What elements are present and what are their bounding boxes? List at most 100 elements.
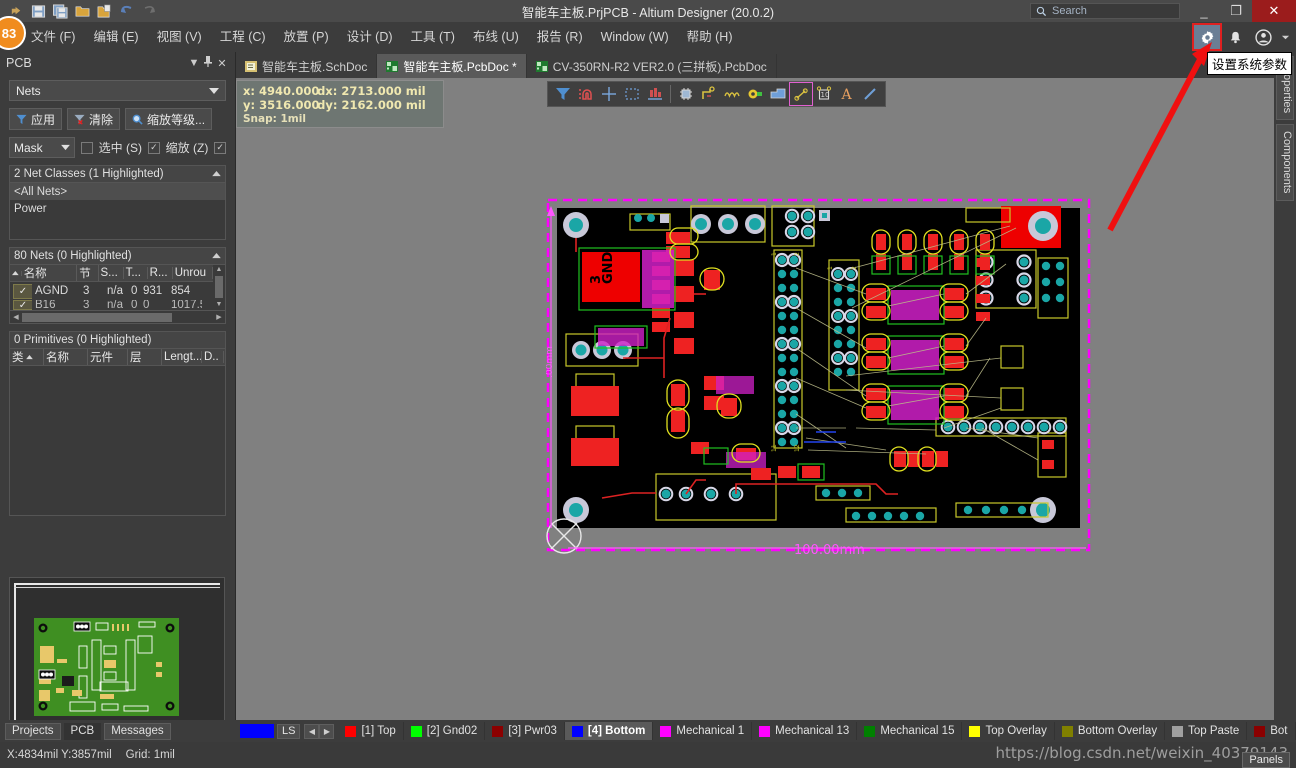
- undo-icon[interactable]: [118, 3, 135, 20]
- menu-route[interactable]: 布线 (U): [464, 22, 528, 52]
- menu-reports[interactable]: 报告 (R): [528, 22, 592, 52]
- prim-col-name[interactable]: 名称: [44, 349, 88, 365]
- menu-project[interactable]: 工程 (C): [211, 22, 275, 52]
- apply-button[interactable]: 应用: [9, 108, 63, 130]
- layer-tab-pwr03[interactable]: [3] Pwr03: [485, 722, 565, 740]
- align-icon[interactable]: [644, 83, 666, 105]
- nets-col-t[interactable]: T...: [124, 267, 148, 279]
- layer-tab-top-paste[interactable]: Top Paste: [1165, 722, 1248, 740]
- panel-tab-projects[interactable]: Projects: [5, 722, 61, 740]
- layer-tab-bottom-paste[interactable]: Bot: [1247, 722, 1296, 740]
- nets-sort-indicator[interactable]: [10, 270, 22, 276]
- close-button[interactable]: ✕: [1252, 0, 1296, 22]
- net-class-row-power[interactable]: Power: [10, 200, 225, 217]
- restore-button[interactable]: ❐: [1220, 0, 1252, 22]
- place-polygon-icon[interactable]: [767, 83, 789, 105]
- layer-tab-mechanical-13[interactable]: Mechanical 13: [752, 722, 858, 740]
- layer-tab-mechanical-15[interactable]: Mechanical 15: [857, 722, 963, 740]
- user-account-icon[interactable]: [1250, 25, 1276, 49]
- net-r: 0: [143, 300, 150, 310]
- minimize-button[interactable]: _: [1188, 0, 1220, 22]
- place-line-icon[interactable]: [859, 83, 881, 105]
- select-checkbox[interactable]: [81, 141, 93, 154]
- open-project-icon[interactable]: [96, 3, 113, 20]
- place-line-route-icon[interactable]: [789, 82, 813, 106]
- menu-file[interactable]: 文件 (F): [22, 22, 84, 52]
- prim-col-d[interactable]: D..: [202, 351, 224, 363]
- prim-col-class[interactable]: 类: [12, 349, 24, 365]
- zoom-level-button[interactable]: 缩放等级...: [125, 108, 213, 130]
- layer-prev-button[interactable]: ◀: [304, 723, 320, 739]
- save-all-icon[interactable]: [52, 3, 69, 20]
- pcb-scope-select[interactable]: Nets: [9, 80, 226, 101]
- table-row[interactable]: ✓ B16 3 n/a 0 0 1017.5: [10, 300, 213, 310]
- select-area-icon[interactable]: [621, 83, 643, 105]
- layer-next-button[interactable]: ▶: [319, 723, 335, 739]
- nets-horizontal-scrollbar[interactable]: ◀ ▶: [10, 310, 225, 323]
- nets-col-r[interactable]: R...: [148, 267, 173, 279]
- zoom-checkbox[interactable]: ✓: [148, 141, 160, 154]
- place-string-icon[interactable]: A: [836, 83, 858, 105]
- panel-tab-messages[interactable]: Messages: [104, 722, 171, 740]
- layer-tab-top[interactable]: [1] Top: [338, 722, 404, 740]
- nets-col-nodes[interactable]: 节: [77, 265, 99, 281]
- nets-col-s[interactable]: S...: [99, 267, 124, 279]
- menu-tools[interactable]: 工具 (T): [402, 22, 464, 52]
- filter-icon[interactable]: [552, 83, 574, 105]
- panel-tab-pcb[interactable]: PCB: [63, 722, 102, 740]
- clear-existing-checkbox[interactable]: ✓: [214, 141, 226, 154]
- net-visible-checkbox[interactable]: ✓: [13, 300, 32, 310]
- prim-col-layer[interactable]: 层: [128, 349, 162, 365]
- open-folder-icon[interactable]: [74, 3, 91, 20]
- menu-place[interactable]: 放置 (P): [275, 22, 338, 52]
- panel-dropdown-icon[interactable]: ▼: [187, 57, 201, 69]
- menu-view[interactable]: 视图 (V): [148, 22, 211, 52]
- nets-col-name[interactable]: 名称: [22, 265, 78, 281]
- net-nodes: 3: [83, 300, 90, 310]
- pcb-canvas[interactable]: GND 3 1 2 11 12 1 2 100.00mm .00mm x: 49…: [236, 78, 1274, 720]
- search-box[interactable]: Search: [1030, 3, 1180, 19]
- save-icon[interactable]: [30, 3, 47, 20]
- net-class-row-all-nets[interactable]: <All Nets>: [10, 183, 225, 200]
- user-menu-chevron-down-icon[interactable]: [1278, 25, 1292, 49]
- interactive-route-icon[interactable]: [698, 83, 720, 105]
- clear-button[interactable]: 清除: [67, 108, 121, 130]
- prim-col-component[interactable]: 元件: [88, 349, 128, 365]
- crosshair-place-icon[interactable]: [598, 83, 620, 105]
- mask-select[interactable]: Mask: [9, 137, 76, 158]
- panel-close-icon[interactable]: ✕: [215, 57, 229, 70]
- place-dimension-icon[interactable]: 10: [813, 83, 835, 105]
- doc-tab-pcbdoc-active[interactable]: 智能车主板.PcbDoc *: [377, 54, 527, 78]
- magnet-icon[interactable]: [575, 83, 597, 105]
- menu-design[interactable]: 设计 (D): [338, 22, 402, 52]
- layer-tab-mechanical-1[interactable]: Mechanical 1: [653, 722, 753, 740]
- layer-tab-bottom[interactable]: [4] Bottom: [564, 722, 654, 740]
- layer-stack-button[interactable]: LS: [277, 723, 301, 739]
- differential-pair-route-icon[interactable]: [721, 83, 743, 105]
- doc-tab-schdoc[interactable]: 智能车主板.SchDoc: [236, 54, 378, 78]
- place-via-icon[interactable]: [744, 83, 766, 105]
- layer-color-swatch: [571, 725, 583, 737]
- layer-stack-color-swatch: [240, 724, 274, 738]
- chevron-up-icon[interactable]: [212, 253, 221, 259]
- panels-button[interactable]: Panels: [1242, 752, 1290, 768]
- menu-edit[interactable]: 编辑 (E): [84, 22, 147, 52]
- table-row[interactable]: ✓ AGND 3 n/a 0 931 854: [10, 282, 213, 300]
- net-visible-checkbox[interactable]: ✓: [13, 283, 32, 299]
- layer-tab-gnd02[interactable]: [2] Gnd02: [404, 722, 486, 740]
- layer-tab-bottom-overlay[interactable]: Bottom Overlay: [1055, 722, 1166, 740]
- tab-components[interactable]: Components: [1276, 124, 1294, 201]
- net-name: B16: [35, 300, 56, 310]
- system-preferences-gear-icon[interactable]: [1192, 23, 1222, 51]
- prim-col-length[interactable]: Lengt...: [162, 351, 202, 363]
- panel-pin-icon[interactable]: [201, 56, 215, 70]
- place-component-icon[interactable]: [675, 83, 697, 105]
- chevron-up-icon[interactable]: [212, 171, 221, 177]
- nets-vertical-scrollbar[interactable]: ▲ ▼: [213, 265, 225, 310]
- layer-tab-top-overlay[interactable]: Top Overlay: [962, 722, 1055, 740]
- menu-help[interactable]: 帮助 (H): [678, 22, 742, 52]
- nets-col-unrouted[interactable]: Unrou: [173, 267, 214, 279]
- doc-tab-pcbdoc-panel[interactable]: CV-350RN-R2 VER2.0 (三拼板).PcbDoc: [527, 54, 777, 78]
- notifications-bell-icon[interactable]: [1222, 25, 1248, 49]
- menu-window[interactable]: Window (W): [592, 22, 678, 52]
